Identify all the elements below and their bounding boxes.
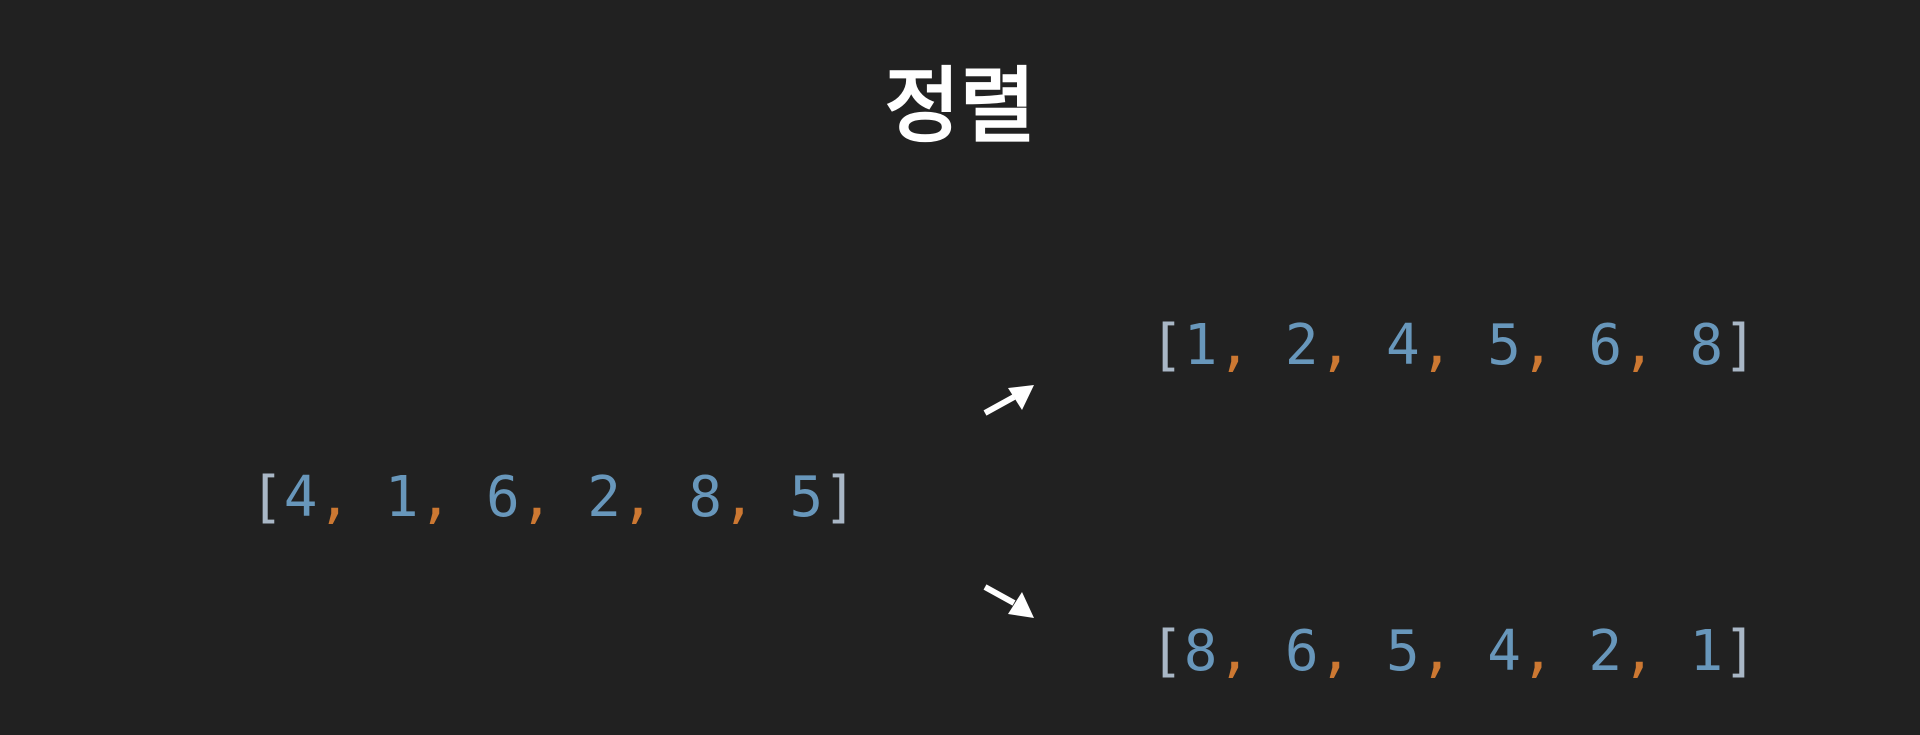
- comma-separator: ,: [519, 465, 588, 530]
- diagram-canvas: 정렬 [4, 1, 6, 2, 8, 5] [1, 2, 4, 5, 6, 8]…: [0, 0, 1920, 735]
- descending-array-value: 2: [1588, 619, 1623, 684]
- ascending-array-close-bracket: ]: [1723, 313, 1757, 378]
- comma-separator: ,: [1217, 313, 1285, 378]
- comma-separator: ,: [620, 465, 689, 530]
- input-array-open-bracket: [: [250, 465, 284, 530]
- input-array-value: 5: [789, 465, 824, 530]
- ascending-array-value: 2: [1284, 313, 1319, 378]
- arrow-down-right-icon: [983, 584, 1034, 618]
- ascending-array-value: 1: [1183, 313, 1218, 378]
- comma-separator: ,: [1520, 313, 1589, 378]
- descending-array-value: 1: [1689, 619, 1724, 684]
- arrow-up-right-icon: [983, 385, 1034, 416]
- descending-array-close-bracket: ]: [1723, 619, 1757, 684]
- comma-separator: ,: [1622, 619, 1690, 684]
- ascending-array-value: 5: [1487, 313, 1521, 378]
- ascending-array-value: 4: [1386, 313, 1420, 378]
- comma-separator: ,: [1419, 313, 1488, 378]
- input-array-value: 4: [283, 465, 318, 530]
- comma-separator: ,: [1622, 313, 1690, 378]
- input-array-close-bracket: ]: [823, 465, 857, 530]
- comma-separator: ,: [317, 465, 385, 530]
- descending-array: [8, 6, 5, 4, 2, 1]: [1150, 624, 1757, 680]
- comma-separator: ,: [1217, 619, 1285, 684]
- comma-separator: ,: [1318, 313, 1387, 378]
- input-array: [4, 1, 6, 2, 8, 5]: [250, 470, 857, 526]
- input-array-value: 1: [384, 465, 419, 530]
- comma-separator: ,: [1318, 619, 1387, 684]
- comma-separator: ,: [418, 465, 487, 530]
- ascending-array-open-bracket: [: [1150, 313, 1184, 378]
- descending-array-value: 6: [1284, 619, 1319, 684]
- comma-separator: ,: [1419, 619, 1488, 684]
- descending-array-value: 8: [1183, 619, 1218, 684]
- comma-separator: ,: [1520, 619, 1589, 684]
- input-array-value: 8: [688, 465, 723, 530]
- diagram-title: 정렬: [884, 59, 1036, 154]
- input-array-value: 6: [486, 465, 520, 530]
- ascending-array: [1, 2, 4, 5, 6, 8]: [1150, 318, 1757, 374]
- descending-array-value: 4: [1487, 619, 1521, 684]
- input-array-value: 2: [587, 465, 621, 530]
- ascending-array-value: 6: [1588, 313, 1623, 378]
- descending-array-open-bracket: [: [1150, 619, 1184, 684]
- comma-separator: ,: [722, 465, 790, 530]
- descending-array-value: 5: [1386, 619, 1420, 684]
- ascending-array-value: 8: [1689, 313, 1724, 378]
